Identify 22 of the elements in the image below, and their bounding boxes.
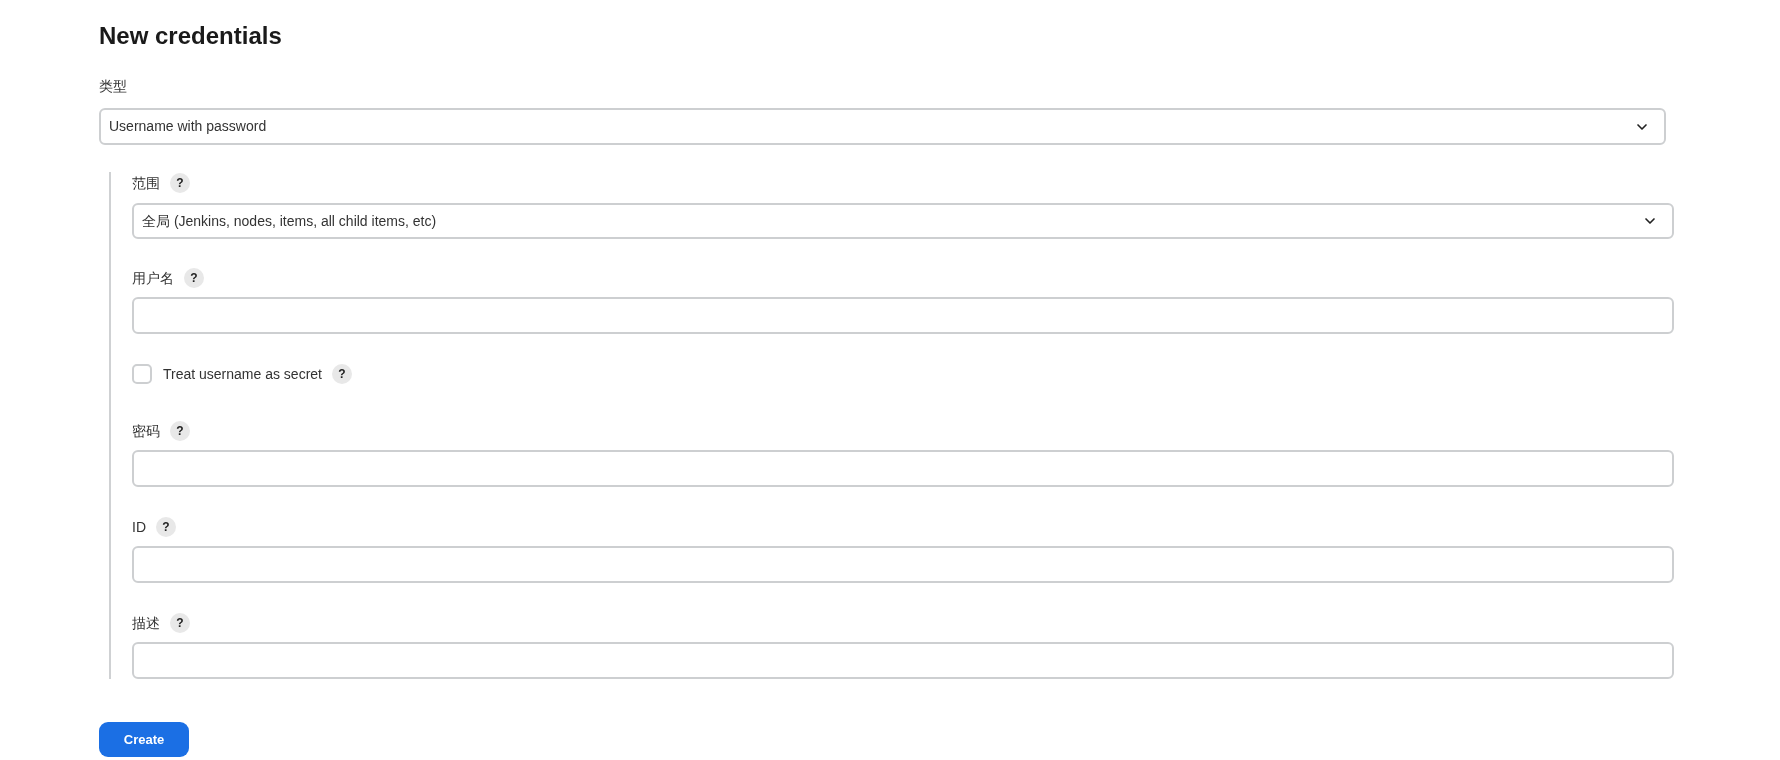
create-button[interactable]: Create [99, 722, 189, 757]
field-label: 类型 [99, 77, 127, 96]
help-button[interactable]: ? [332, 364, 352, 384]
field-label: 密码 [132, 421, 160, 441]
input-field[interactable] [132, 297, 1674, 334]
field-label: ID [132, 517, 146, 537]
field-label: 描述 [132, 613, 160, 633]
dropdown[interactable]: 全局 (Jenkins, nodes, items, all child items, etc) [132, 203, 1674, 239]
checkbox[interactable] [132, 364, 152, 384]
input-field[interactable] [132, 450, 1674, 487]
field-label: 范围 [132, 173, 160, 193]
help-button[interactable]: ? [184, 268, 204, 288]
dropdown[interactable]: Username with password [99, 108, 1666, 145]
help-button[interactable]: ? [170, 421, 190, 441]
page-title: New credentials [99, 22, 282, 50]
input-field[interactable] [132, 546, 1674, 583]
help-button[interactable]: ? [156, 517, 176, 537]
checkbox-label: Treat username as secret [163, 364, 322, 384]
field-label: 用户名 [132, 268, 174, 288]
help-button[interactable]: ? [170, 613, 190, 633]
input-field[interactable] [132, 642, 1674, 679]
help-button[interactable]: ? [170, 173, 190, 193]
